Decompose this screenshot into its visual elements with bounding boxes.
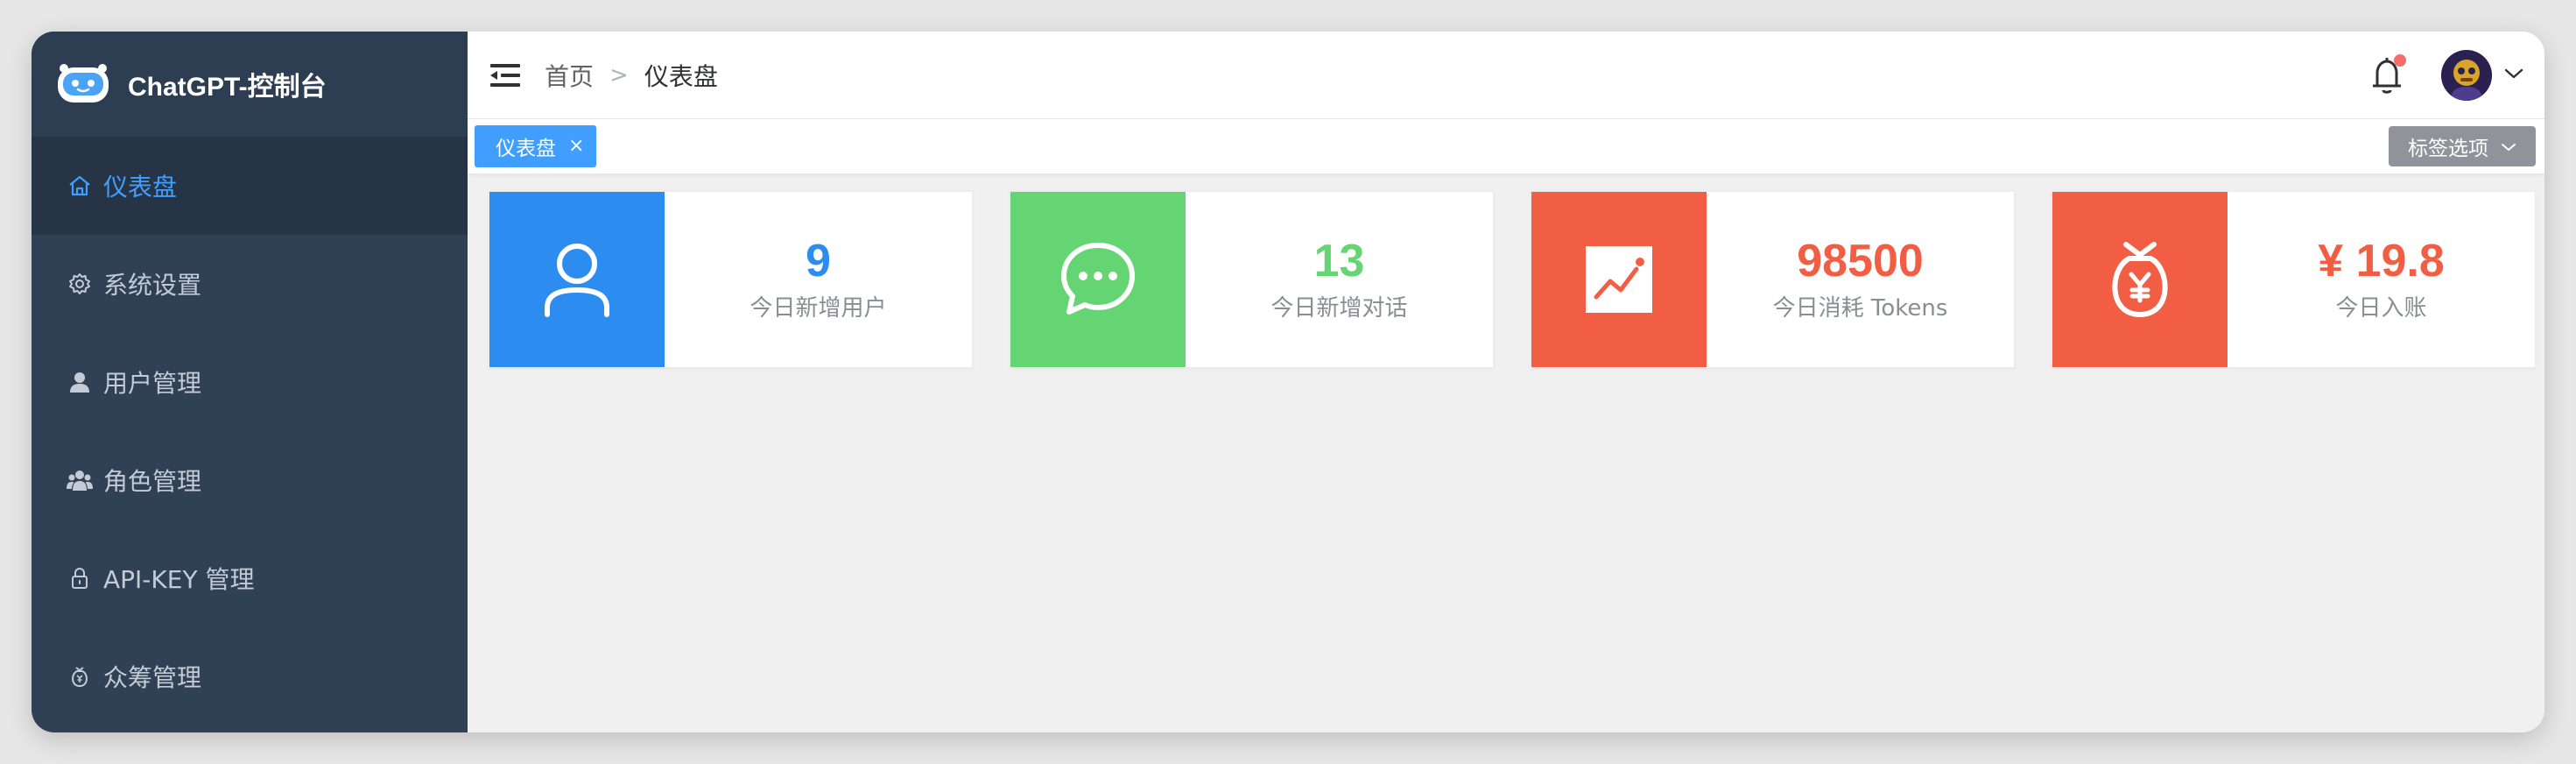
sidebar-menu: 仪表盘 系统设置 用户管理 角色管理 API-KEY 管理 众筹管理	[32, 137, 468, 732]
sidebar-item-users[interactable]: 用户管理	[32, 333, 468, 431]
top-header: 首页 > 仪表盘	[468, 32, 2544, 119]
card-body: 98500 今日消耗 Tokens	[1707, 192, 2014, 367]
lock-icon	[67, 565, 93, 591]
sidebar: ChatGPT-控制台 仪表盘 系统设置 用户管理 角色管理 API-KEY 管…	[32, 32, 468, 732]
chevron-down-icon	[2501, 135, 2516, 158]
tag-label: 仪表盘	[496, 138, 556, 160]
user-icon	[67, 369, 93, 395]
sidebar-item-dashboard[interactable]: 仪表盘	[32, 137, 468, 235]
money-bag-icon	[67, 663, 93, 690]
stat-card-new-chats: 13 今日新增对话	[1010, 191, 1494, 368]
home-icon	[67, 173, 93, 199]
stat-card-revenue: ¥ 19.8 今日入账	[2052, 191, 2536, 368]
sidebar-item-roles[interactable]: 角色管理	[32, 431, 468, 529]
gear-icon	[67, 271, 93, 297]
card-label: 今日新增对话	[1270, 295, 1408, 322]
notification-badge	[2394, 53, 2406, 67]
robot-logo-icon	[56, 62, 110, 106]
user-menu[interactable]	[2441, 49, 2523, 101]
stat-cards: 9 今日新增用户 13 今日新增对话 98500 今日消耗 Tokens ¥ 1…	[468, 173, 2544, 368]
card-label: 今日新增用户	[750, 295, 887, 322]
sidebar-item-label: API-KEY 管理	[103, 565, 255, 594]
chat-bubble-icon	[1010, 192, 1186, 367]
close-icon[interactable]: ×	[568, 137, 584, 156]
card-value: ¥ 19.8	[2318, 235, 2445, 286]
brand: ChatGPT-控制台	[32, 32, 468, 137]
brand-title: ChatGPT-控制台	[128, 73, 327, 102]
card-label: 今日消耗 Tokens	[1772, 295, 1948, 322]
bell-icon[interactable]	[2368, 53, 2406, 98]
sidebar-item-label: 角色管理	[103, 467, 202, 496]
chart-trend-icon	[1531, 192, 1707, 367]
card-value: 9	[806, 235, 831, 286]
card-value: 98500	[1797, 235, 1924, 286]
collapse-menu-icon[interactable]	[489, 58, 524, 93]
card-label: 今日入账	[2335, 295, 2427, 322]
sidebar-item-api-key[interactable]: API-KEY 管理	[32, 529, 468, 627]
card-body: ¥ 19.8 今日入账	[2228, 192, 2535, 367]
tag-dashboard[interactable]: 仪表盘 ×	[475, 125, 597, 167]
sidebar-item-label: 用户管理	[103, 369, 202, 398]
main-area: 首页 > 仪表盘 仪表盘 × 标签选项 9 今日新增用户 13 今日新增对话 9…	[468, 32, 2544, 732]
sidebar-item-label: 仪表盘	[103, 173, 178, 202]
breadcrumb-separator: >	[609, 61, 629, 88]
stat-card-new-users: 9 今日新增用户	[489, 191, 973, 368]
breadcrumb-home[interactable]: 首页	[545, 58, 594, 93]
breadcrumb: 首页 > 仪表盘	[545, 58, 718, 93]
user-icon	[489, 192, 665, 367]
tag-options-button[interactable]: 标签选项	[2389, 126, 2536, 166]
sidebar-item-settings[interactable]: 系统设置	[32, 235, 468, 333]
sidebar-item-crowdfunding[interactable]: 众筹管理	[32, 627, 468, 725]
card-value: 13	[1313, 235, 1365, 286]
header-actions	[2368, 49, 2523, 101]
sidebar-item-label: 系统设置	[103, 271, 202, 300]
role-group-icon	[67, 467, 93, 493]
sidebar-item-label: 众筹管理	[103, 663, 202, 692]
avatar[interactable]	[2441, 49, 2492, 101]
chevron-down-icon[interactable]	[2504, 67, 2523, 83]
card-body: 9 今日新增用户	[665, 192, 972, 367]
tag-options-label: 标签选项	[2408, 138, 2488, 160]
card-body: 13 今日新增对话	[1186, 192, 1493, 367]
tags-bar: 仪表盘 × 标签选项	[468, 119, 2544, 173]
app-window: ChatGPT-控制台 仪表盘 系统设置 用户管理 角色管理 API-KEY 管…	[32, 32, 2544, 732]
breadcrumb-current: 仪表盘	[644, 61, 718, 91]
stat-card-tokens: 98500 今日消耗 Tokens	[1531, 191, 2015, 368]
money-bag-icon	[2052, 192, 2228, 367]
